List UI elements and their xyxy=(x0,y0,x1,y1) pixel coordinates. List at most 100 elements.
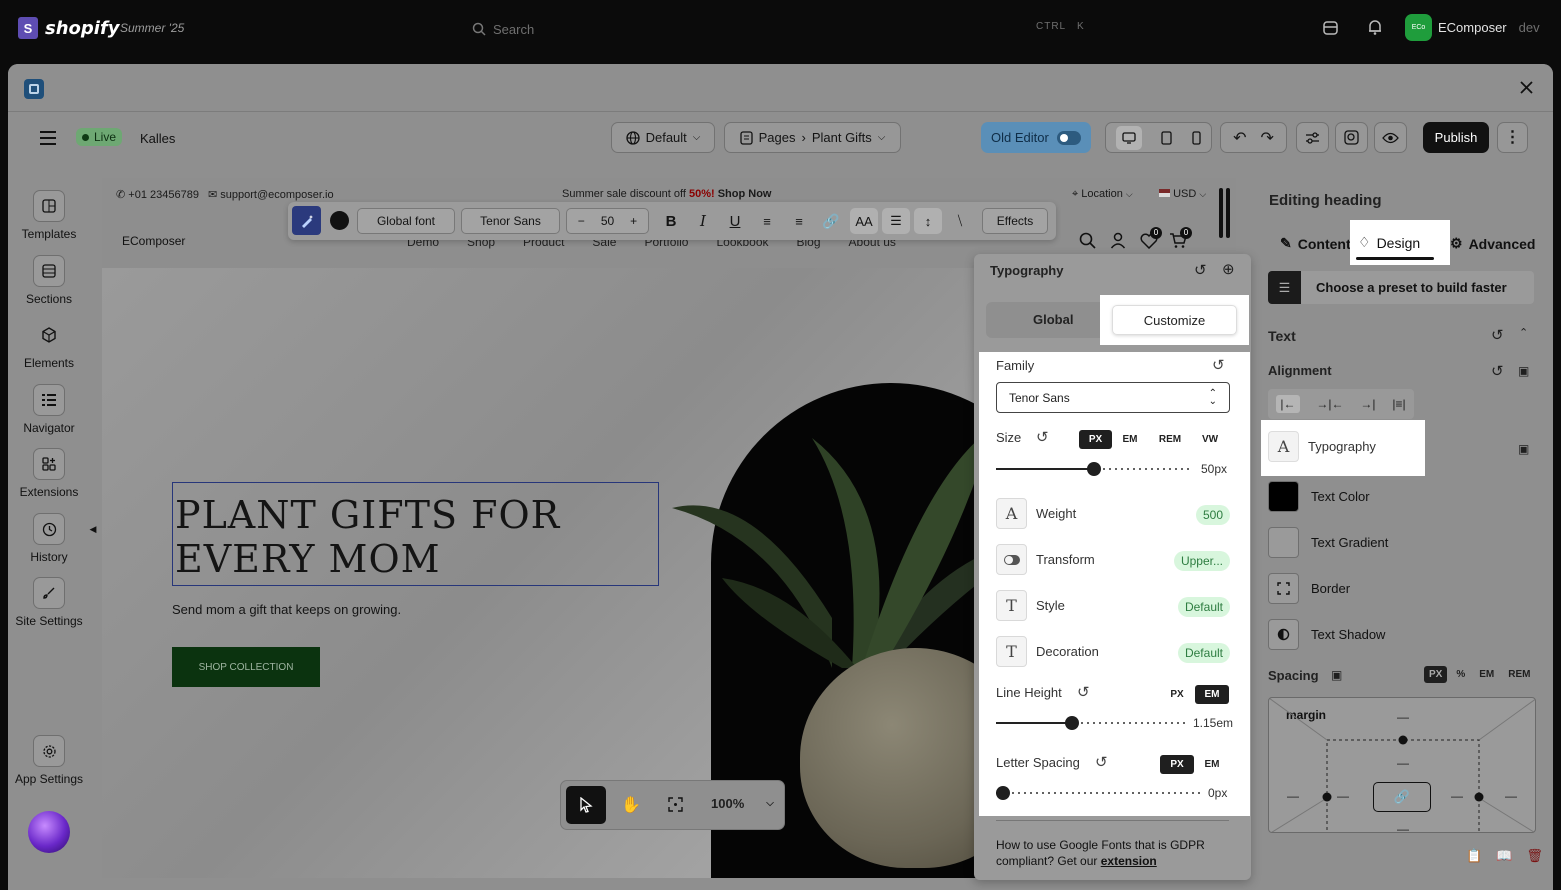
typography-row[interactable]: A Typography xyxy=(1261,420,1425,476)
unit-vw[interactable]: VW xyxy=(1194,430,1226,449)
site-logo[interactable]: EComposer xyxy=(122,234,185,248)
currency-select[interactable]: USD ⌵ xyxy=(1159,188,1206,200)
unit-rem[interactable]: REM xyxy=(1503,666,1535,683)
bullet-list-icon[interactable]: ≡ xyxy=(786,208,812,234)
decoration-value[interactable]: Default xyxy=(1177,643,1230,663)
mobile-icon[interactable] xyxy=(1192,130,1201,145)
more-options-icon[interactable]: ⋮ xyxy=(1497,122,1528,153)
collapse-sidebar-icon[interactable]: ◀ xyxy=(88,520,98,538)
desktop-icon[interactable] xyxy=(1115,125,1142,150)
unit-px[interactable]: PX xyxy=(1160,755,1194,774)
redo-icon[interactable]: ↷ xyxy=(1261,128,1274,148)
slider-knob[interactable] xyxy=(1065,716,1079,730)
border-row[interactable]: Border xyxy=(1268,573,1350,604)
reset-icon[interactable]: ↺ xyxy=(1491,362,1504,380)
link-values-icon[interactable]: 🔗 xyxy=(1373,782,1431,812)
sidebar-item-extensions[interactable]: Extensions xyxy=(8,448,90,499)
extension-link[interactable]: extension xyxy=(1101,854,1157,868)
slider-knob[interactable] xyxy=(1087,462,1101,476)
desktop-icon[interactable]: ▣ xyxy=(1518,364,1529,378)
unit-px[interactable]: PX xyxy=(1165,685,1189,704)
store-switcher[interactable]: ECo EComposer dev xyxy=(1405,14,1540,41)
publish-button[interactable]: Publish xyxy=(1423,122,1489,153)
settings-sliders-icon[interactable] xyxy=(1296,122,1329,153)
text-color-swatch[interactable] xyxy=(330,211,349,230)
desktop-icon[interactable]: ▣ xyxy=(1331,668,1342,682)
weight-value[interactable]: 500 xyxy=(1195,505,1230,525)
sidebar-item-app-settings[interactable]: App Settings xyxy=(8,735,90,786)
bell-icon[interactable] xyxy=(1367,19,1383,36)
italic-icon[interactable]: I xyxy=(690,208,716,234)
letter-spacing-slider[interactable] xyxy=(996,782,1202,804)
canvas-scrollbar[interactable] xyxy=(1215,182,1235,242)
reset-icon[interactable]: ↺ xyxy=(1095,753,1108,771)
close-icon[interactable] xyxy=(1520,81,1533,94)
library-icon[interactable]: 📖 xyxy=(1496,848,1512,864)
template-select[interactable]: Default ⌵ xyxy=(611,122,715,153)
sidebar-item-navigator[interactable]: Navigator xyxy=(8,384,90,435)
increase-icon[interactable]: + xyxy=(630,214,637,228)
tab-global[interactable]: Global xyxy=(1033,312,1073,327)
reset-icon[interactable]: ↺ xyxy=(1212,356,1225,374)
margin-left-inner-value[interactable]: — xyxy=(1337,789,1349,803)
sidebar-item-elements[interactable]: Elements xyxy=(8,319,90,370)
margin-right-inner-value[interactable]: — xyxy=(1451,789,1463,803)
slider-knob[interactable] xyxy=(996,786,1010,800)
inspect-icon[interactable] xyxy=(1335,122,1368,153)
line-height-icon[interactable]: ↕ xyxy=(914,208,942,234)
font-family-select[interactable]: Tenor Sans ⌃ ⌄ xyxy=(996,382,1230,413)
tab-content[interactable]: ✎ Content xyxy=(1280,235,1351,252)
delete-icon[interactable]: 🗑 xyxy=(1526,848,1543,864)
undo-icon[interactable]: ↶ xyxy=(1233,128,1246,148)
font-size-value[interactable]: 50 xyxy=(601,214,614,228)
align-left-icon[interactable]: ☰ xyxy=(882,208,910,234)
select-pointer-icon[interactable] xyxy=(566,786,606,824)
align-justify-icon[interactable]: |≡| xyxy=(1392,397,1405,411)
clear-format-icon[interactable]: ⧹ xyxy=(946,208,974,234)
text-gradient-row[interactable]: Text Gradient xyxy=(1268,527,1388,558)
font-size-slider[interactable] xyxy=(996,458,1191,480)
old-editor-toggle[interactable]: Old Editor xyxy=(981,122,1091,153)
margin-top-inner-value[interactable]: — xyxy=(1397,756,1409,770)
ai-write-icon[interactable] xyxy=(292,206,321,235)
unit-px[interactable]: PX xyxy=(1079,430,1112,449)
admin-search[interactable]: Search xyxy=(472,17,1112,41)
text-color-row[interactable]: Text Color xyxy=(1268,481,1370,512)
unit-em[interactable]: EM xyxy=(1195,685,1229,704)
align-right-icon[interactable]: →| xyxy=(1360,397,1375,411)
style-value[interactable]: Default xyxy=(1177,597,1230,617)
sidebar-item-templates[interactable]: Templates xyxy=(8,190,90,241)
unit-em[interactable]: EM xyxy=(1116,430,1144,449)
ordered-list-icon[interactable]: ≡ xyxy=(754,208,780,234)
link-icon[interactable]: 🔗 xyxy=(818,208,844,234)
shop-collection-button[interactable]: SHOP COLLECTION xyxy=(172,647,320,687)
store-icon[interactable] xyxy=(1322,20,1339,36)
preset-banner[interactable]: ☰ Choose a preset to build faster xyxy=(1268,271,1534,304)
page-select[interactable]: Pages › Plant Gifts ⌵ xyxy=(724,122,901,153)
margin-bottom-value[interactable]: — xyxy=(1397,822,1409,832)
font-size-stepper[interactable]: − 50 + xyxy=(566,208,649,234)
reset-icon[interactable]: ↺ xyxy=(1491,326,1504,344)
sidebar-item-history[interactable]: History xyxy=(8,513,90,564)
search-icon[interactable] xyxy=(1079,232,1096,249)
unit-px[interactable]: PX xyxy=(1424,666,1448,683)
font-family-select[interactable]: Tenor Sans xyxy=(461,208,560,234)
location-select[interactable]: ⌖ Location ⌵ xyxy=(1072,188,1133,201)
unit-percent[interactable]: % xyxy=(1451,666,1470,683)
tab-advanced[interactable]: ⚙ Advanced xyxy=(1450,235,1535,252)
zoom-select[interactable]: 100% ⌵ xyxy=(711,796,774,811)
unit-em[interactable]: EM xyxy=(1200,755,1224,774)
line-height-slider[interactable] xyxy=(996,712,1186,734)
transform-value[interactable]: Upper... xyxy=(1173,551,1230,571)
desktop-icon[interactable]: ▣ xyxy=(1518,442,1529,456)
bold-icon[interactable]: B xyxy=(658,208,684,234)
menu-icon[interactable] xyxy=(40,131,56,145)
align-center-icon[interactable]: →|← xyxy=(1316,397,1343,411)
sidebar-item-sections[interactable]: Sections xyxy=(8,255,90,306)
add-circle-icon[interactable]: ⊕ xyxy=(1222,260,1235,278)
preview-eye-icon[interactable] xyxy=(1374,122,1407,153)
fit-screen-icon[interactable] xyxy=(668,797,683,812)
unit-em[interactable]: EM xyxy=(1474,666,1499,683)
save-preset-icon[interactable]: 📋 xyxy=(1466,848,1482,864)
effects-button[interactable]: Effects xyxy=(982,208,1048,234)
